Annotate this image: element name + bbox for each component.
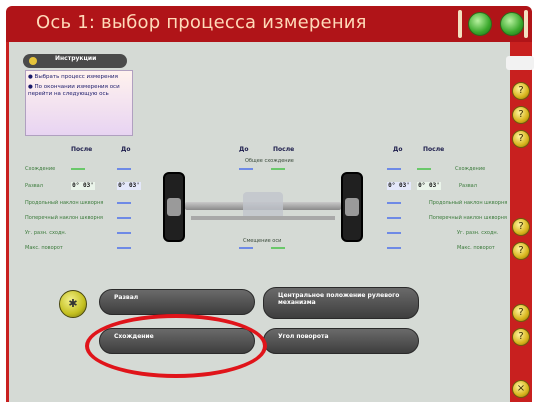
value-placeholder xyxy=(417,166,443,173)
left-camber-before: 0° 03' xyxy=(117,182,141,190)
instructions-header-label: Инструкции xyxy=(55,55,97,62)
help-icon[interactable]: ? xyxy=(512,328,530,346)
side-button-icon[interactable]: ? xyxy=(512,242,530,260)
row-label-right: Продольный наклон шкворня xyxy=(429,200,508,206)
camber-button[interactable]: Развал xyxy=(99,289,255,315)
main-area: Инструкции ● Выбрать процесс измерения ●… xyxy=(6,42,510,402)
instructions-header[interactable]: Инструкции xyxy=(23,54,127,68)
value-placeholder xyxy=(271,245,297,252)
left-camber-after: 0° 03' xyxy=(71,182,95,190)
row-label-left: Макс. поворот xyxy=(25,245,63,251)
close-icon[interactable]: × xyxy=(512,380,530,398)
value-placeholder xyxy=(387,230,413,237)
title-bar: Ось 1: выбор процесса измерения xyxy=(6,6,532,42)
value-placeholder xyxy=(387,215,413,222)
col-right-after: После xyxy=(423,146,445,153)
green-orb-icon[interactable] xyxy=(468,12,492,36)
value-placeholder xyxy=(117,215,143,222)
row-label-right: Уг. разн. сходн. xyxy=(457,230,499,236)
row-label-left: Схождение xyxy=(25,166,56,172)
turn-angle-button[interactable]: Угол поворота xyxy=(263,328,419,354)
right-camber-after: 0° 03' xyxy=(417,182,441,190)
side-button-icon[interactable]: ? xyxy=(512,304,530,322)
value-placeholder xyxy=(117,245,143,252)
side-button-icon[interactable]: ? xyxy=(512,106,530,124)
center-steering-button[interactable]: Центральное положение рулевого механизма xyxy=(263,287,419,319)
value-placeholder xyxy=(117,230,143,237)
screen: Ось 1: выбор процесса измерения Инструкц… xyxy=(0,0,538,405)
row-label-right: Развал xyxy=(459,183,477,189)
right-wheel-icon xyxy=(341,172,363,242)
value-placeholder xyxy=(387,200,413,207)
row-label-left: Поперечный наклон шкворня xyxy=(25,215,103,221)
axle-link xyxy=(191,216,335,220)
value-placeholder xyxy=(71,166,97,173)
left-wheel-icon xyxy=(163,172,185,242)
value-placeholder xyxy=(117,200,143,207)
row-label-left: Уг. разн. сходн. xyxy=(25,230,67,236)
axle-graphic xyxy=(163,172,363,242)
highlight-ellipse xyxy=(85,314,267,378)
page-title: Ось 1: выбор процесса измерения xyxy=(36,12,367,33)
row-label-left: Развал xyxy=(25,183,43,189)
row-label-right: Макс. поворот xyxy=(457,245,495,251)
side-button-icon[interactable]: ? xyxy=(512,82,530,100)
instructions-panel: ● Выбрать процесс измерения ● По окончан… xyxy=(25,70,133,136)
col-left-after: После xyxy=(71,146,93,153)
green-orb-icon[interactable] xyxy=(500,12,524,36)
row-label-right: Схождение xyxy=(455,166,486,172)
value-placeholder xyxy=(387,166,413,173)
center-label-top: Общее схождение xyxy=(245,158,294,164)
instructions-icon xyxy=(29,57,37,65)
value-placeholder xyxy=(117,166,143,173)
col-right-before: До xyxy=(393,146,403,153)
side-button-icon[interactable]: ? xyxy=(512,130,530,148)
process-icon: ✱ xyxy=(59,290,87,318)
instruction-line: ● Выбрать процесс измерения xyxy=(28,74,118,80)
value-placeholder xyxy=(239,245,265,252)
col-center-after: После xyxy=(273,146,295,153)
row-label-left: Продольный наклон шкворня xyxy=(25,200,104,206)
col-center-before: До xyxy=(239,146,249,153)
row-label-right: Поперечный наклон шкворня xyxy=(429,215,507,221)
truck-icon xyxy=(506,56,534,70)
title-bar-divider xyxy=(524,10,528,38)
value-placeholder xyxy=(387,245,413,252)
right-camber-before: 0° 03' xyxy=(387,182,411,190)
title-bar-divider xyxy=(458,10,462,38)
col-left-before: До xyxy=(121,146,131,153)
side-button-icon[interactable]: ? xyxy=(512,218,530,236)
side-panel: ? ? ? ? ? ? ? × xyxy=(506,42,534,402)
instruction-line: ● По окончании измерения оси перейти на … xyxy=(28,84,120,97)
